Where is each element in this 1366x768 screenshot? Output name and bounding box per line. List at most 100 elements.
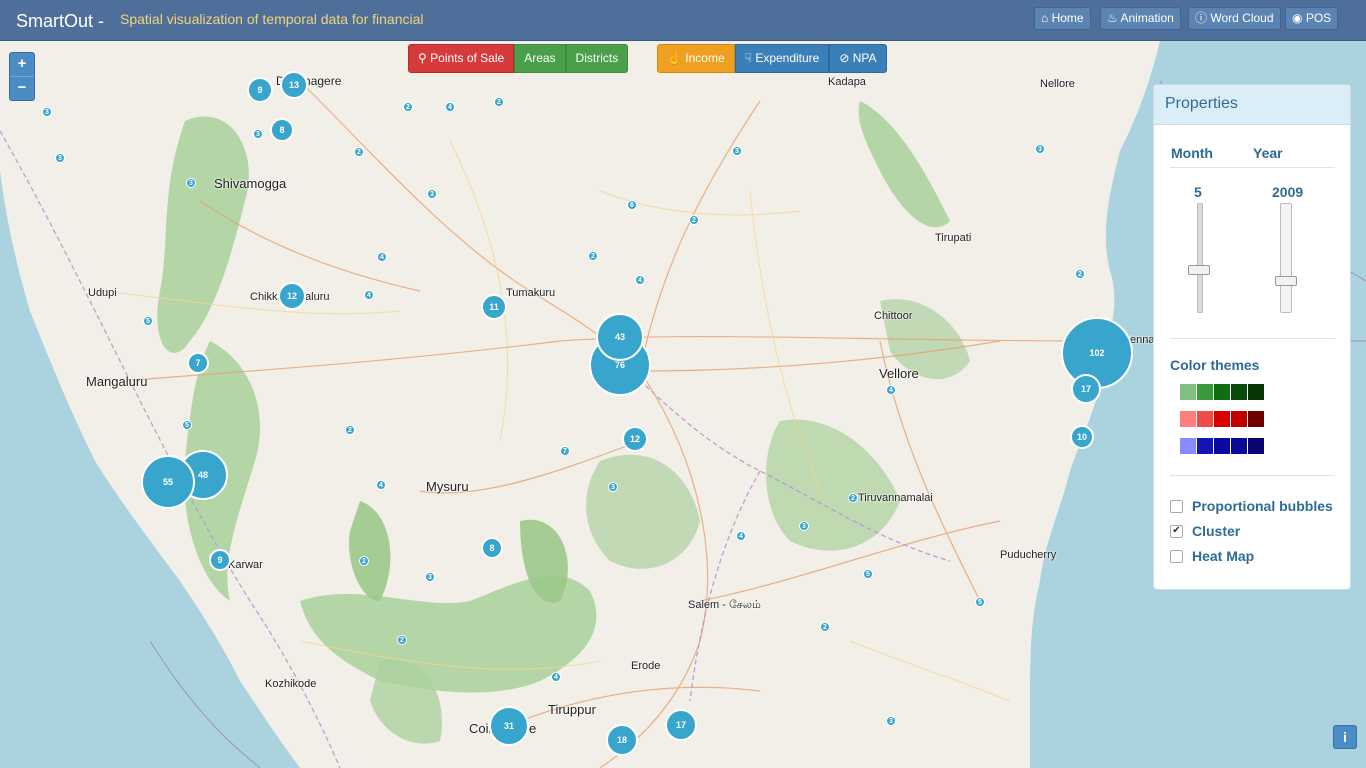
cluster-marker[interactable]: 17: [665, 709, 697, 741]
point-marker[interactable]: 2: [397, 635, 407, 645]
point-marker[interactable]: 2: [345, 425, 355, 435]
home-button-label: Home: [1051, 11, 1084, 25]
point-marker[interactable]: 7: [560, 446, 570, 456]
cluster-marker[interactable]: 9: [247, 77, 273, 103]
zoom-out-button[interactable]: −: [10, 76, 34, 100]
year-slider-handle[interactable]: [1275, 276, 1297, 286]
place-label: Kadapa: [828, 76, 866, 88]
cluster-marker[interactable]: 9: [209, 549, 231, 571]
color-swatch: [1231, 384, 1247, 400]
point-marker[interactable]: 3: [886, 716, 896, 726]
point-marker[interactable]: 2: [689, 215, 699, 225]
point-marker[interactable]: 4: [445, 102, 455, 112]
layer-toggle-group: ⚲ Points of Sale Areas Districts: [408, 44, 629, 73]
ban-icon: ⊘: [839, 51, 850, 65]
point-marker[interactable]: 5: [182, 420, 192, 430]
heat-map-checkbox[interactable]: [1170, 549, 1183, 563]
cluster-marker[interactable]: 8: [481, 537, 503, 559]
areas-button[interactable]: Areas: [514, 44, 566, 73]
cluster-marker[interactable]: 43: [596, 313, 644, 361]
point-marker[interactable]: 2: [494, 97, 504, 107]
proportional-bubbles-option[interactable]: Proportional bubbles: [1170, 498, 1333, 514]
cluster-marker[interactable]: 10: [1070, 425, 1094, 449]
place-label: Tiruppur: [548, 702, 596, 717]
point-marker[interactable]: 6: [627, 200, 637, 210]
place-label: Tumakuru: [506, 287, 556, 299]
thumbs-up-icon: ☝: [667, 51, 682, 65]
place-label: Tiruvannamalai: [858, 492, 933, 504]
point-marker[interactable]: 3: [55, 153, 65, 163]
color-swatch: [1180, 438, 1196, 454]
point-marker[interactable]: 3: [1035, 144, 1045, 154]
cluster-marker[interactable]: 11: [481, 294, 507, 320]
point-marker[interactable]: 3: [253, 129, 263, 139]
cluster-marker[interactable]: 13: [280, 71, 308, 99]
year-value: 2009: [1272, 184, 1304, 200]
cluster-marker[interactable]: 31: [489, 706, 529, 746]
month-value: 5: [1194, 184, 1202, 200]
pos-button[interactable]: ◉ POS: [1285, 7, 1339, 30]
color-swatch: [1197, 384, 1213, 400]
year-slider-track[interactable]: [1280, 203, 1292, 313]
color-theme-blue[interactable]: [1180, 438, 1265, 454]
point-marker[interactable]: 4: [376, 480, 386, 490]
month-slider-handle[interactable]: [1188, 265, 1210, 275]
home-button[interactable]: ⌂ Home: [1034, 7, 1091, 30]
zoom-in-button[interactable]: +: [10, 53, 34, 76]
app-tagline: Spatial visualization of temporal data f…: [120, 11, 424, 27]
place-label: Kozhikode: [265, 678, 317, 690]
points-of-sale-button[interactable]: ⚲ Points of Sale: [408, 44, 515, 73]
point-marker[interactable]: 3: [427, 189, 437, 199]
info-button[interactable]: i: [1333, 725, 1357, 749]
point-marker[interactable]: 4: [736, 531, 746, 541]
proportional-bubbles-label: Proportional bubbles: [1192, 498, 1333, 514]
app-brand[interactable]: SmartOut -: [16, 11, 104, 32]
cluster-marker[interactable]: 17: [1071, 374, 1101, 404]
point-marker[interactable]: 5: [143, 316, 153, 326]
color-theme-green[interactable]: [1180, 384, 1265, 400]
point-marker[interactable]: 5: [975, 597, 985, 607]
point-marker[interactable]: 2: [354, 147, 364, 157]
cluster-marker[interactable]: 8: [270, 118, 294, 142]
heat-map-option[interactable]: Heat Map: [1170, 548, 1254, 564]
points-of-sale-label: Points of Sale: [430, 51, 505, 65]
npa-button[interactable]: ⊘ NPA: [829, 44, 887, 73]
month-slider-track[interactable]: [1197, 203, 1203, 313]
point-marker[interactable]: 4: [551, 672, 561, 682]
point-marker[interactable]: 5: [863, 569, 873, 579]
month-label: Month: [1171, 145, 1213, 161]
point-marker[interactable]: 4: [377, 252, 387, 262]
cluster-marker[interactable]: 55: [141, 455, 195, 509]
animation-button[interactable]: ♨ Animation: [1100, 7, 1181, 30]
color-swatch: [1197, 411, 1213, 427]
point-marker[interactable]: 4: [886, 385, 896, 395]
cluster-option[interactable]: ✔ Cluster: [1170, 523, 1240, 539]
point-marker[interactable]: 3: [799, 521, 809, 531]
point-marker[interactable]: 2: [1075, 269, 1085, 279]
point-marker[interactable]: 2: [848, 493, 858, 503]
income-button[interactable]: ☝ Income: [657, 44, 735, 73]
districts-button[interactable]: Districts: [565, 44, 629, 73]
cluster-marker[interactable]: 12: [278, 282, 306, 310]
point-marker[interactable]: 2: [359, 556, 369, 566]
point-marker[interactable]: 2: [820, 622, 830, 632]
point-marker[interactable]: 3: [608, 482, 618, 492]
point-marker[interactable]: 3: [732, 146, 742, 156]
point-marker[interactable]: 4: [635, 275, 645, 285]
point-marker[interactable]: 4: [364, 290, 374, 300]
point-marker[interactable]: 3: [42, 107, 52, 117]
point-marker[interactable]: 2: [588, 251, 598, 261]
point-marker[interactable]: 3: [186, 178, 196, 188]
cluster-checkbox[interactable]: ✔: [1170, 524, 1183, 538]
color-theme-red[interactable]: [1180, 411, 1265, 427]
expenditure-button[interactable]: ☟ Expenditure: [734, 44, 830, 73]
point-marker[interactable]: 2: [403, 102, 413, 112]
proportional-bubbles-checkbox[interactable]: [1170, 499, 1183, 513]
point-marker[interactable]: 3: [425, 572, 435, 582]
cluster-marker[interactable]: 7: [187, 352, 209, 374]
cluster-marker[interactable]: 18: [606, 724, 638, 756]
word-cloud-button[interactable]: ⓘ Word Cloud: [1188, 7, 1281, 30]
properties-title: Properties: [1154, 85, 1350, 125]
metric-toggle-group: ☝ Income ☟ Expenditure ⊘ NPA: [657, 44, 887, 73]
cluster-marker[interactable]: 12: [622, 426, 648, 452]
